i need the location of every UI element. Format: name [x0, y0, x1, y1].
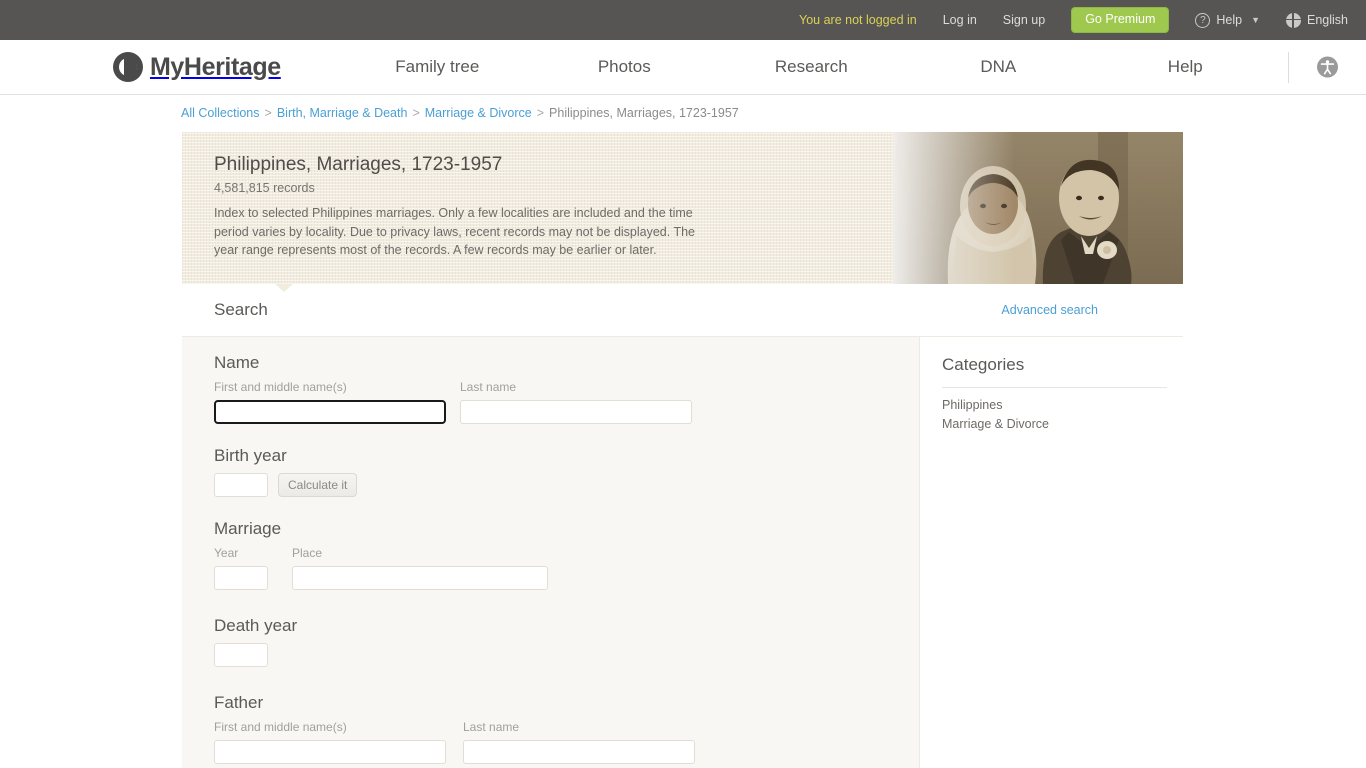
nav-item-family-tree[interactable]: Family tree: [344, 57, 531, 77]
marriage-place-label: Place: [292, 546, 323, 560]
birth-year-group-title: Birth year: [214, 446, 287, 465]
category-link-philippines[interactable]: Philippines: [942, 398, 1183, 412]
search-card-body: Name First and middle name(s) Last name: [182, 337, 1183, 768]
first-name-label: First and middle name(s): [214, 380, 347, 394]
collection-title: Philippines, Marriages, 1723-1957: [214, 154, 503, 175]
category-link-marriage-divorce[interactable]: Marriage & Divorce: [942, 417, 1183, 431]
nav-item-help[interactable]: Help: [1092, 57, 1279, 77]
breadcrumb-separator: >: [536, 106, 545, 120]
birth-year-input[interactable]: [214, 473, 268, 497]
calculate-birth-year-button[interactable]: Calculate it: [278, 473, 358, 497]
father-last-name-label: Last name: [463, 720, 520, 734]
first-name-field: First and middle name(s): [214, 380, 446, 424]
nav-item-photos[interactable]: Photos: [531, 57, 718, 77]
breadcrumb-item-marriage-divorce[interactable]: Marriage & Divorce: [425, 106, 532, 120]
breadcrumb-item-current: Philippines, Marriages, 1723-1957: [549, 106, 739, 120]
birth-year-group: Birth year Calculate it: [214, 446, 919, 497]
breadcrumb-item-birth-marriage-death[interactable]: Birth, Marriage & Death: [277, 106, 408, 120]
father-first-name-field: First and middle name(s): [214, 720, 446, 764]
globe-icon: [1286, 12, 1301, 28]
breadcrumb: All Collections > Birth, Marriage & Deat…: [0, 95, 1366, 120]
death-year-group-title: Death year: [214, 616, 298, 635]
categories-divider: [942, 387, 1167, 388]
last-name-field: Last name: [460, 380, 692, 424]
search-card: Search Advanced search Name First and mi…: [182, 284, 1183, 768]
accessibility-icon[interactable]: [1317, 56, 1338, 78]
death-year-input[interactable]: [214, 643, 268, 667]
father-group-title: Father: [214, 693, 264, 712]
banner-notch-icon: [275, 284, 293, 292]
death-year-group: Death year: [214, 616, 919, 667]
collection-record-count: 4,581,815 records: [214, 181, 315, 195]
question-mark-icon: ?: [1195, 12, 1211, 28]
search-heading: Search: [214, 300, 268, 319]
go-premium-button[interactable]: Go Premium: [1071, 6, 1170, 34]
log-in-link[interactable]: Log in: [943, 13, 977, 27]
marriage-group: Marriage Year Place: [214, 519, 919, 590]
father-last-name-field: Last name: [463, 720, 695, 764]
name-group-title: Name: [214, 353, 260, 372]
chevron-down-icon: ▼: [1251, 15, 1260, 25]
name-group: Name First and middle name(s) Last name: [214, 353, 919, 424]
myheritage-logo[interactable]: MyHeritage: [113, 52, 281, 82]
collection-banner: Philippines, Marriages, 1723-1957 4,581,…: [182, 132, 1183, 284]
father-last-name-input[interactable]: [463, 740, 695, 764]
father-group: Father First and middle name(s) Last nam…: [214, 693, 919, 764]
language-selector[interactable]: English: [1286, 12, 1348, 28]
marriage-place-field: Place: [292, 546, 548, 590]
breadcrumb-separator: >: [264, 106, 272, 120]
sign-up-link[interactable]: Sign up: [1003, 13, 1045, 27]
last-name-label: Last name: [460, 380, 517, 394]
breadcrumb-separator: >: [412, 106, 420, 120]
nav-item-dna[interactable]: DNA: [905, 57, 1092, 77]
top-utility-bar: You are not logged in Log in Sign up Go …: [0, 0, 1366, 40]
search-card-header: Search Advanced search: [182, 284, 1183, 337]
search-form: Name First and middle name(s) Last name: [182, 337, 920, 768]
myheritage-logo-text: MyHeritage: [150, 52, 281, 81]
nav-item-research[interactable]: Research: [718, 57, 905, 77]
categories-panel: Categories Philippines Marriage & Divorc…: [920, 337, 1183, 768]
breadcrumb-item-all-collections[interactable]: All Collections: [181, 106, 260, 120]
language-label: English: [1307, 13, 1348, 27]
advanced-search-link[interactable]: Advanced search: [1001, 303, 1098, 317]
help-menu[interactable]: ? Help ▼: [1195, 12, 1260, 28]
first-name-input[interactable]: [214, 400, 446, 424]
myheritage-logo-icon: [113, 52, 143, 82]
marriage-year-input[interactable]: [214, 566, 268, 590]
last-name-input[interactable]: [460, 400, 692, 424]
login-status-text: You are not logged in: [799, 13, 917, 27]
collection-description: Index to selected Philippines marriages.…: [214, 206, 696, 257]
father-first-name-label: First and middle name(s): [214, 720, 347, 734]
help-menu-label: Help: [1216, 13, 1243, 27]
marriage-year-label: Year: [214, 546, 239, 560]
marriage-group-title: Marriage: [214, 519, 282, 538]
categories-title: Categories: [942, 355, 1025, 374]
marriage-year-field: Year: [214, 546, 268, 590]
father-first-name-input[interactable]: [214, 740, 446, 764]
nav-items: Family tree Photos Research DNA Help: [344, 57, 1279, 77]
main-navigation: MyHeritage Family tree Photos Research D…: [0, 40, 1366, 95]
marriage-place-input[interactable]: [292, 566, 548, 590]
nav-divider: [1288, 52, 1289, 83]
